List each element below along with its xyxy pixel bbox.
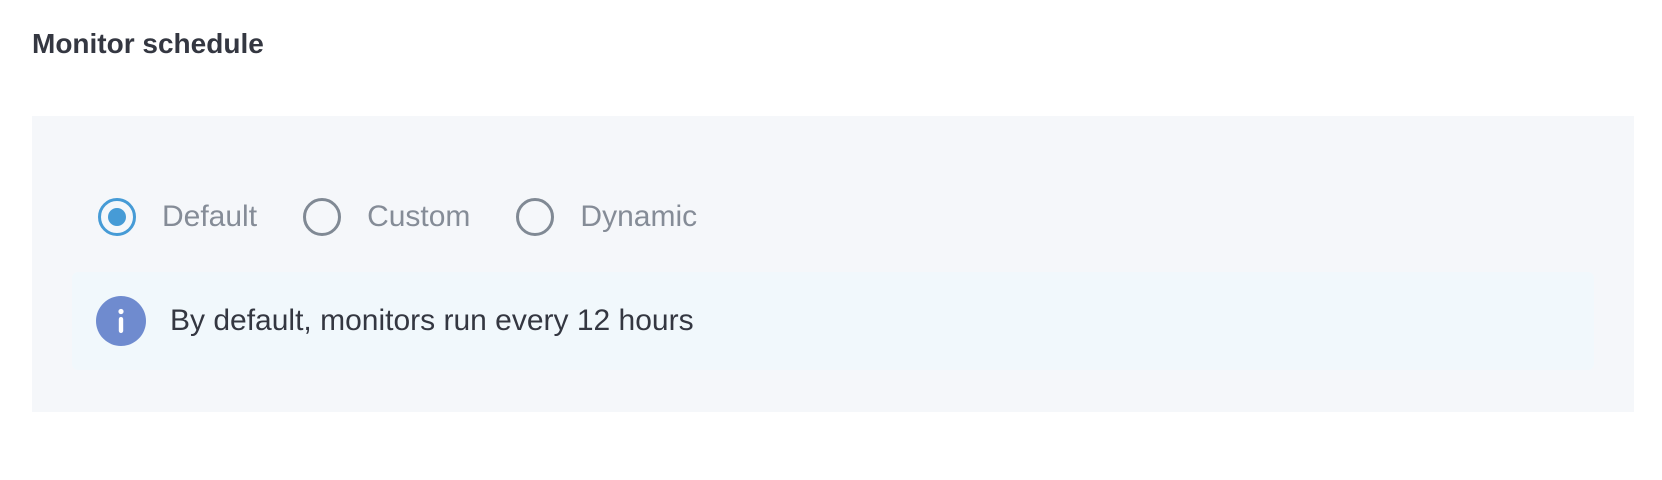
schedule-radio-group: Default Custom Dynamic <box>98 182 743 252</box>
radio-label-dynamic: Dynamic <box>580 200 698 233</box>
radio-default-selected[interactable] <box>98 198 136 236</box>
section-title: Monitor schedule <box>32 28 264 59</box>
radio-label-default: Default <box>162 200 258 233</box>
page: Monitor schedule Default Custom Dynamic <box>0 0 1662 480</box>
schedule-panel: Default Custom Dynamic By default, monit… <box>32 116 1634 412</box>
radio-label-custom: Custom <box>367 200 471 233</box>
radio-custom[interactable] <box>303 198 342 236</box>
radio-dynamic[interactable] <box>516 198 555 236</box>
info-callout: By default, monitors run every 12 hours <box>72 272 1594 370</box>
radio-option-default[interactable]: Default <box>98 197 257 237</box>
info-icon <box>96 296 146 346</box>
callout-text: By default, monitors run every 12 hours <box>170 304 694 337</box>
info-icon-glyph <box>118 308 124 333</box>
radio-option-dynamic[interactable]: Dynamic <box>516 197 697 237</box>
radio-option-custom[interactable]: Custom <box>303 197 470 237</box>
